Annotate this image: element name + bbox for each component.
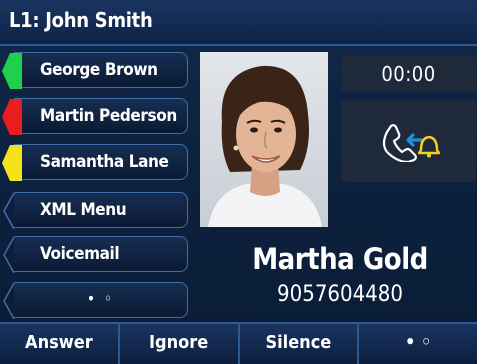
key-bracket-icon <box>2 193 22 229</box>
answer-softkey[interactable]: Answer <box>0 324 120 364</box>
call-timer: 00:00 <box>341 56 476 92</box>
caller-name: Martha Gold <box>252 242 428 276</box>
caller-number: 9057604480 <box>277 282 403 307</box>
line-key-xml-menu[interactable]: XML Menu <box>3 192 188 229</box>
busy-lamp-red-icon <box>2 99 22 135</box>
more-softkey[interactable]: • ◦ <box>359 324 477 364</box>
silence-softkey[interactable]: Silence <box>240 324 360 364</box>
title-bar: L1: John Smith <box>0 0 477 46</box>
line-key-martin-pederson[interactable]: Martin Pederson <box>2 98 188 135</box>
line-key-label: XML Menu <box>40 200 127 220</box>
page-indicator: • ◦ <box>86 289 115 308</box>
line-key-label: Voicemail <box>40 244 120 264</box>
line-key-voicemail[interactable]: Voicemail <box>3 236 188 273</box>
call-status-panel <box>341 100 476 182</box>
line-key-more[interactable]: • ◦ <box>3 282 188 319</box>
key-bracket-icon <box>2 237 22 273</box>
caller-photo <box>200 52 328 227</box>
line-key-label: George Brown <box>40 60 158 80</box>
line-key-label: Martin Pederson <box>40 106 177 126</box>
busy-lamp-green-icon <box>2 53 22 89</box>
line-key-label: Samantha Lane <box>40 152 169 172</box>
line-key-george-brown[interactable]: George Brown <box>2 52 188 89</box>
call-timer-text: 00:00 <box>381 62 436 86</box>
softkey-bar: Answer Ignore Silence • ◦ <box>0 322 477 364</box>
line-key-samantha-lane[interactable]: Samantha Lane <box>2 144 188 181</box>
phone-screen: L1: John Smith George Brown Martin Peder… <box>0 0 477 364</box>
incoming-call-icon <box>382 124 441 162</box>
ignore-softkey[interactable]: Ignore <box>120 324 240 364</box>
line-title: L1: John Smith <box>9 8 153 32</box>
busy-lamp-yellow-icon <box>2 145 22 181</box>
